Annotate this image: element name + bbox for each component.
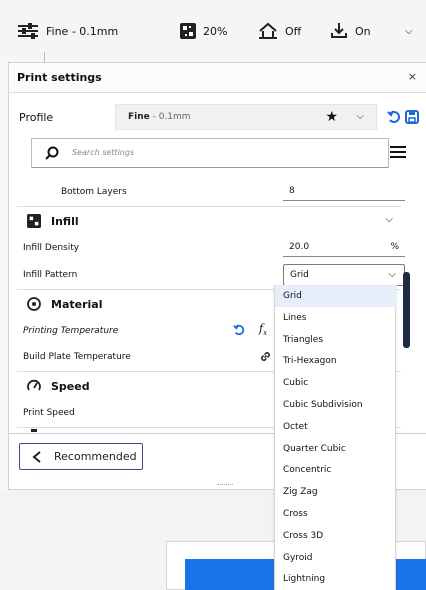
infill-icon — [27, 214, 41, 228]
infill-density-field[interactable]: 20.0 % — [283, 237, 405, 257]
profile-label: Profile — [19, 111, 54, 124]
dropdown-option[interactable]: Triangles — [275, 329, 397, 351]
chevron-down-icon: ⌵ — [388, 269, 396, 280]
infill-summary[interactable]: 20% — [180, 20, 227, 42]
search-placeholder: Search settings — [72, 148, 135, 157]
menu-icon[interactable] — [389, 144, 407, 160]
link-icon[interactable] — [259, 350, 272, 363]
dropdown-option[interactable]: Cross — [275, 503, 397, 525]
dropdown-option[interactable]: Octet — [275, 416, 397, 438]
category-infill[interactable]: Infill ⌵ — [17, 206, 401, 234]
category-title: Infill — [51, 215, 79, 228]
category-title: Speed — [51, 380, 90, 393]
speed-icon — [27, 379, 41, 391]
chevron-down-icon: ⌵ — [356, 111, 364, 122]
setting-row-bottom-layers: Bottom Layers 8 — [17, 180, 405, 202]
category-title: Material — [51, 298, 103, 311]
panel-header: Print settings × — [9, 63, 426, 93]
setting-label: Build Plate Temperature — [23, 352, 131, 362]
dropdown-option[interactable]: Zig Zag — [275, 481, 397, 503]
profile-sub: - 0.1mm — [149, 112, 191, 122]
expand-chevron-icon[interactable]: ⌵ — [405, 20, 413, 42]
dropdown-option[interactable]: Grid — [275, 285, 397, 307]
search-input[interactable]: Search settings — [31, 138, 389, 168]
dropdown-option[interactable]: Lines — [275, 307, 397, 329]
infill-icon — [180, 23, 196, 39]
infill-summary-label: 20% — [203, 24, 228, 38]
field-value: 8 — [289, 186, 295, 196]
support-icon — [259, 22, 277, 39]
adhesion-summary-label: On — [355, 24, 371, 38]
setting-label: Infill Pattern — [23, 270, 78, 280]
close-icon[interactable]: × — [408, 70, 417, 83]
profile-name: Fine — [128, 112, 150, 122]
profile-selector[interactable]: Fine - 0.1mm — [17, 20, 118, 42]
chevron-down-icon: ⌵ — [385, 214, 393, 225]
support-summary[interactable]: Off — [258, 20, 301, 42]
infill-pattern-options: Grid Lines Triangles Tri-Hexagon Cubic Cubic … — [274, 285, 397, 590]
search-icon — [45, 146, 59, 160]
dropdown-option[interactable]: Cubic — [275, 372, 397, 394]
favorite-star-icon[interactable]: ★ — [325, 109, 338, 125]
chevron-left-icon — [32, 451, 41, 463]
resize-handle[interactable] — [217, 484, 233, 486]
dropdown-option[interactable]: Cross 3D — [275, 525, 397, 547]
setting-label: Print Speed — [23, 408, 75, 418]
setting-label: Infill Density — [23, 243, 80, 253]
field-value: 20.0 — [289, 242, 310, 252]
function-icon[interactable]: fx — [259, 322, 267, 337]
reset-icon[interactable] — [387, 110, 401, 124]
field-unit: % — [390, 242, 399, 252]
sliders-icon — [18, 23, 38, 39]
bottom-layers-field[interactable]: 8 — [283, 181, 405, 201]
reset-icon[interactable] — [233, 324, 245, 336]
dropdown-option[interactable]: Quarter Cubic — [275, 438, 397, 460]
partial-category-icon — [31, 429, 37, 432]
save-icon[interactable] — [405, 110, 419, 124]
recommended-button[interactable]: Recommended — [19, 443, 143, 470]
support-summary-label: Off — [285, 24, 302, 38]
setting-label: Bottom Layers — [61, 187, 127, 197]
top-toolbar: Fine - 0.1mm 20% Off On ⌵ — [0, 0, 426, 62]
dropdown-value: Grid — [290, 270, 309, 280]
dropdown-option[interactable]: Cubic Subdivision — [275, 394, 397, 416]
setting-row-infill-density: Infill Density 20.0 % — [17, 236, 405, 260]
setting-label: Printing Temperature — [23, 326, 119, 336]
dropdown-option[interactable]: Concentric — [275, 459, 397, 481]
settings-scrollbar[interactable] — [403, 272, 410, 348]
divider — [44, 52, 45, 62]
profile-summary-label: Fine - 0.1mm — [46, 24, 119, 38]
setting-row-infill-pattern: Infill Pattern Grid ⌵ — [17, 263, 405, 287]
dropdown-option[interactable]: Tri-Hexagon — [275, 350, 397, 372]
adhesion-summary[interactable]: On — [330, 20, 371, 42]
profile-dropdown[interactable]: Fine - 0.1mm ★ ⌵ — [115, 104, 377, 130]
panel-title: Print settings — [17, 71, 102, 84]
adhesion-icon — [331, 23, 347, 38]
recommended-label: Recommended — [54, 450, 137, 463]
dropdown-option[interactable]: Gyroid — [275, 547, 397, 569]
infill-pattern-dropdown[interactable]: Grid ⌵ — [283, 264, 405, 286]
dropdown-option[interactable]: Lightning — [275, 568, 397, 590]
material-icon — [27, 297, 41, 311]
